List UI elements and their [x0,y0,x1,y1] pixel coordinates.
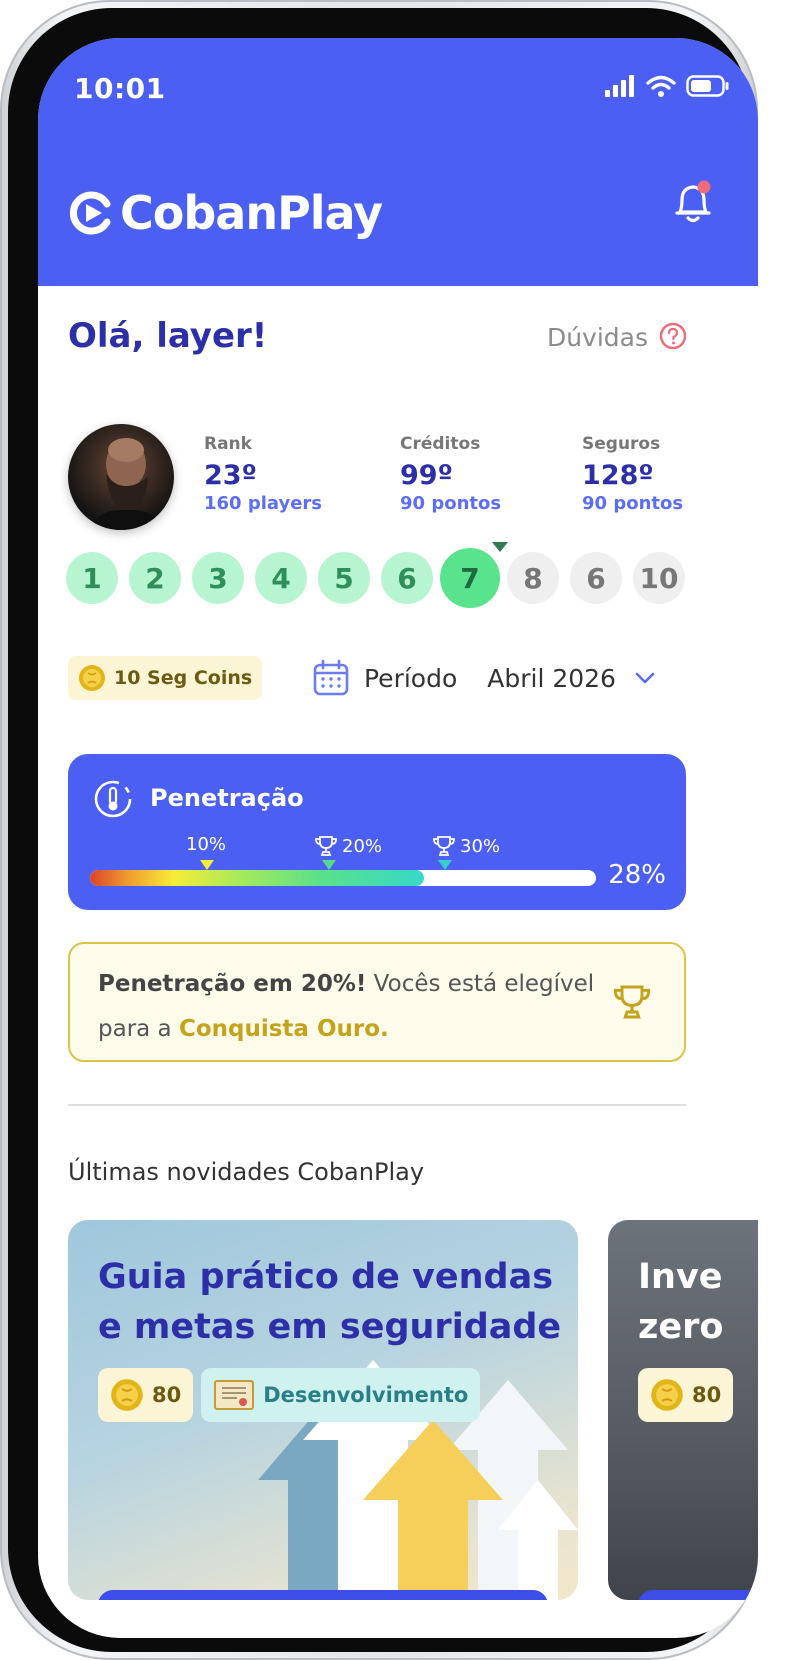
help-label: Dúvidas [546,322,648,352]
trophy-icon [433,836,455,856]
level-10[interactable]: 10 [633,552,685,604]
news-card[interactable]: Guia prático de vendas e metas em seguri… [68,1220,578,1600]
stat-value: 23º [204,460,257,491]
coins-chip: 80 [638,1368,734,1422]
period-selector[interactable]: Período Abril 2026 [312,656,672,700]
coin-icon [79,665,105,691]
battery-icon [686,75,729,97]
card-action-bar[interactable] [638,1590,758,1600]
current-level-marker [492,542,508,552]
penetration-tick-20 [322,860,336,870]
calendar-icon [313,659,349,696]
bell-icon [675,180,711,223]
play-logo-icon [69,191,111,235]
news-card[interactable]: Inve zero 80 [608,1220,758,1600]
stat-sub: 90 pontos [400,493,502,514]
penetration-tick-30 [438,860,452,870]
chevron-down-icon [635,672,655,684]
category-label: Desenvolvimento [263,1383,469,1407]
app-header: 10:01 CobanPlay [38,38,758,286]
stat-value: 99º [400,460,453,491]
stat-sub: 160 players [204,493,323,514]
phone-bezel: 10:01 CobanPlay Olá, layer! Dúvidas Rank… [8,8,758,1652]
greeting-title: Olá, layer! [68,316,268,356]
screen: 10:01 CobanPlay Olá, layer! Dúvidas Rank… [38,38,758,1638]
news-card-tags: 80 [638,1368,734,1422]
achievement-notice: Penetração em 20%! Vocês está elegível p… [68,942,686,1062]
news-card-tags: 80 Desenvolvimento [98,1368,481,1422]
wifi-icon [646,75,676,97]
penetration-mark-10: 10% [186,834,226,855]
notifications-button[interactable] [672,180,714,226]
stat-sub: 90 pontos [582,493,684,514]
news-section-title: Últimas novidades CobanPlay [68,1158,425,1186]
mark-label: 20% [342,835,383,857]
seg-coins-badge[interactable]: 10 Seg Coins [68,656,263,700]
coins-value: 80 [692,1383,722,1407]
level-4[interactable]: 4 [255,552,307,604]
status-time: 10:01 [74,72,166,105]
penetration-tick-10 [200,860,214,870]
stat-label: Créditos [400,434,481,454]
mark-label: 30% [460,835,501,857]
coins-label: 10 Seg Coins [114,667,253,689]
status-icons [604,74,730,98]
stat-creditos: Créditos 99º 90 pontos [400,434,501,514]
signal-icon [605,75,634,97]
category-chip: Desenvolvimento [201,1368,481,1422]
penetration-title: Penetração [150,784,304,812]
penetration-mark-20: 20% [314,834,382,858]
card-action-bar[interactable] [98,1590,548,1600]
greeting-row: Olá, layer! Dúvidas [68,316,688,366]
level-1[interactable]: 1 [66,552,118,604]
penetration-progress-track [90,870,596,886]
period-value: Abril 2026 [487,663,616,693]
notice-text: Penetração em 20%! Vocês está elegível p… [98,962,618,1052]
news-card-title: Guia prático de vendas e metas em seguri… [98,1257,562,1347]
level-6[interactable]: 6 [381,552,433,604]
help-link[interactable]: Dúvidas [547,322,688,352]
notice-highlight: Conquista Ouro. [178,1016,389,1042]
main-content: Olá, layer! Dúvidas Rank 23º 160 players… [38,286,758,1638]
coin-icon [111,1379,143,1411]
trophy-icon [315,836,337,856]
app-logo[interactable]: CobanPlay [68,186,383,240]
thermometer-icon [94,780,132,818]
notice-bold: Penetração em 20%! [98,971,367,997]
level-9[interactable]: 6 [570,552,622,604]
coin-icon [651,1379,683,1411]
app-name: CobanPlay [120,186,383,240]
level-8[interactable]: 8 [507,552,559,604]
avatar-portrait [88,438,164,530]
coins-value: 80 [152,1383,182,1407]
penetration-value: 28% [608,860,666,890]
level-2[interactable]: 2 [129,552,181,604]
news-card-title: Inve zero [638,1257,724,1347]
penetration-progress-fill [90,870,424,886]
coins-chip: 80 [98,1368,194,1422]
stat-rank: Rank 23º 160 players [204,434,322,514]
level-progress: 1 2 3 4 5 6 7 8 6 10 [66,542,696,610]
level-3[interactable]: 3 [192,552,244,604]
certificate-icon [214,1380,255,1410]
penetration-mark-30: 30% [432,834,500,858]
level-7-current[interactable]: 7 [440,548,500,608]
divider [68,1104,686,1106]
stat-label: Rank [204,434,252,454]
stat-value: 128º [582,460,654,491]
mark-label: 10% [186,834,227,855]
stat-seguros: Seguros 128º 90 pontos [582,434,683,514]
trophy-icon [613,985,651,1019]
help-icon [659,322,687,350]
penetration-card[interactable]: Penetração 10% 20% 30% 28% [68,754,686,910]
level-5[interactable]: 5 [318,552,370,604]
avatar[interactable] [68,424,174,530]
period-label: Período [364,663,458,693]
stat-label: Seguros [582,434,661,454]
